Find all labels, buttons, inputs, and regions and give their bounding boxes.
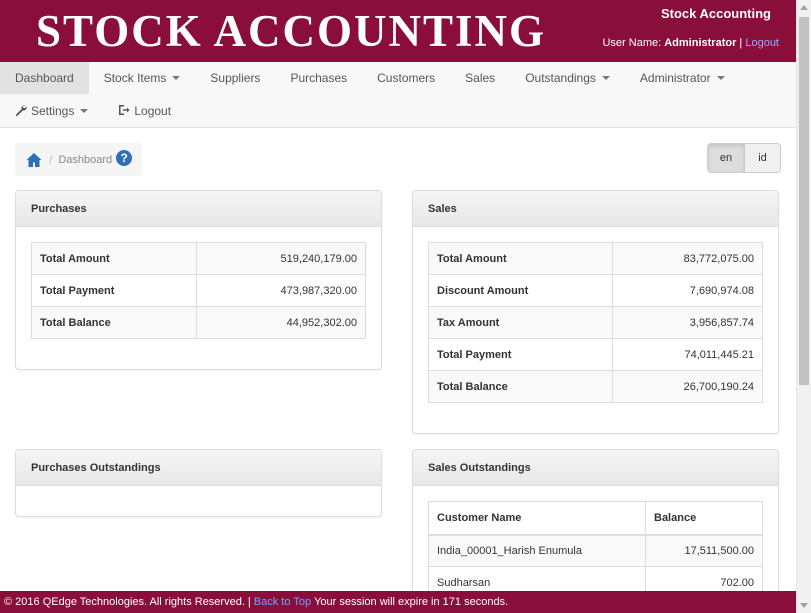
app-name: Stock Accounting [660,6,771,21]
help-icon[interactable]: ? [116,149,133,166]
panel-title: Sales [413,191,778,227]
table-row: Total Balance 26,700,190.24 [428,370,763,403]
breadcrumb-separator: / [49,152,53,167]
table-row: Total Amount 83,772,075.00 [428,242,763,275]
nav-row-secondary: Settings Logout [0,95,186,127]
sales-panel: Sales Total Amount 83,772,075.00 Discount… [412,190,779,434]
nav-label: Settings [31,104,75,118]
nav-stock-items[interactable]: Stock Items [89,62,196,94]
main-navbar: Dashboard Stock Items Suppliers Purchase… [0,62,796,128]
row-value: 26,700,190.24 [612,370,763,403]
nav-settings[interactable]: Settings [0,95,103,127]
caret-down-icon [716,76,725,80]
purchases-panel: Purchases Total Amount 519,240,179.00 Tot… [15,190,382,370]
scrollbar-thumb[interactable] [799,17,809,385]
row-value: 83,772,075.00 [612,242,763,275]
nav-label: Sales [465,71,496,85]
brand-logo-text: STOCK ACCOUNTING [36,6,547,56]
table-row: Tax Amount 3,956,857.74 [428,306,763,339]
nav-administrator[interactable]: Administrator [625,62,740,94]
copyright-text: © 2016 QEdge Technologies. All rights Re… [4,596,251,608]
panel-title: Purchases Outstandings [16,450,381,486]
user-info: User Name: Administrator | Logout [602,37,779,49]
user-separator: | [739,37,743,49]
table-row: Total Amount 519,240,179.00 [31,242,366,275]
row-label: Total Amount [31,242,197,275]
table-row: Discount Amount 7,690,974.08 [428,274,763,307]
breadcrumb-current: Dashboard [58,153,113,166]
row-value: 44,952,302.00 [196,306,366,339]
nav-row-primary: Dashboard Stock Items Suppliers Purchase… [0,62,740,94]
session-timer-text: Your session will expire in 171 seconds. [314,596,509,608]
nav-label: Purchases [290,71,348,85]
row-value: 3,956,857.74 [612,306,763,339]
top-header: STOCK ACCOUNTING Stock Accounting User N… [0,0,811,62]
panel-body: Total Amount 83,772,075.00 Discount Amoun… [413,227,778,418]
row-label: Total Payment [428,338,613,371]
nav-label: Stock Items [103,71,167,85]
panel-body [16,486,381,516]
row-label: Total Balance [428,370,613,403]
sales-outstandings-table: Customer Name Balance India_00001_Harish… [428,501,763,599]
home-icon[interactable] [25,151,43,169]
caret-down-icon [80,109,89,113]
sales-outstandings-panel: Sales Outstandings Customer Name Balance… [412,449,779,609]
user-name: Administrator [664,37,737,49]
row-label: Total Amount [428,242,613,275]
row-value: 7,690,974.08 [612,274,763,307]
nav-logout[interactable]: Logout [103,95,186,127]
lang-en-button[interactable]: en [708,144,744,172]
nav-label: Outstandings [525,71,596,85]
nav-dashboard[interactable]: Dashboard [0,62,89,94]
caret-down-icon [601,76,610,80]
scroll-down-arrow-icon[interactable] [800,603,808,608]
logout-icon [118,104,130,119]
customer-name-cell: India_00001_Harish Enumula [428,534,646,567]
language-switcher: en id [707,143,781,173]
sales-table: Total Amount 83,772,075.00 Discount Amoun… [428,242,763,403]
back-to-top-link[interactable]: Back to Top [254,596,311,608]
user-label: User Name: [602,37,662,49]
purchases-table: Total Amount 519,240,179.00 Total Payment… [31,242,366,339]
nav-label: Suppliers [210,71,261,85]
table-row: Total Payment 473,987,320.00 [31,274,366,307]
row-value: 473,987,320.00 [196,274,366,307]
row-value: 519,240,179.00 [196,242,366,275]
table-header-row: Customer Name Balance [428,501,763,536]
column-header-balance[interactable]: Balance [645,501,763,536]
row-label: Discount Amount [428,274,613,307]
vertical-scrollbar[interactable] [796,0,811,613]
panel-body: Total Amount 519,240,179.00 Total Payment… [16,227,381,354]
footer: © 2016 QEdge Technologies. All rights Re… [0,591,796,613]
nav-label: Customers [377,71,436,85]
nav-purchases[interactable]: Purchases [275,62,362,94]
table-row: Total Balance 44,952,302.00 [31,306,366,339]
nav-outstandings[interactable]: Outstandings [510,62,625,94]
table-row: Total Payment 74,011,445.21 [428,338,763,371]
panel-title: Sales Outstandings [413,450,778,486]
row-label: Total Balance [31,306,197,339]
row-value: 74,011,445.21 [612,338,763,371]
nav-suppliers[interactable]: Suppliers [195,62,275,94]
balance-cell: 17,511,500.00 [645,534,763,567]
scroll-up-arrow-icon[interactable] [800,5,808,10]
column-header-customer-name[interactable]: Customer Name [428,501,646,536]
purchases-outstandings-panel: Purchases Outstandings [15,449,382,517]
wrench-icon [15,104,27,119]
nav-customers[interactable]: Customers [362,62,450,94]
lang-id-button[interactable]: id [744,144,780,172]
panel-title: Purchases [16,191,381,227]
breadcrumb: / Dashboard ? [15,143,143,176]
header-logout-link[interactable]: Logout [745,37,779,49]
table-row: India_00001_Harish Enumula 17,511,500.00 [428,534,763,567]
nav-sales[interactable]: Sales [450,62,510,94]
caret-down-icon [172,76,181,80]
row-label: Tax Amount [428,306,613,339]
row-label: Total Payment [31,274,197,307]
nav-label: Administrator [639,71,711,85]
nav-label: Dashboard [15,71,74,85]
nav-label: Logout [134,104,172,118]
